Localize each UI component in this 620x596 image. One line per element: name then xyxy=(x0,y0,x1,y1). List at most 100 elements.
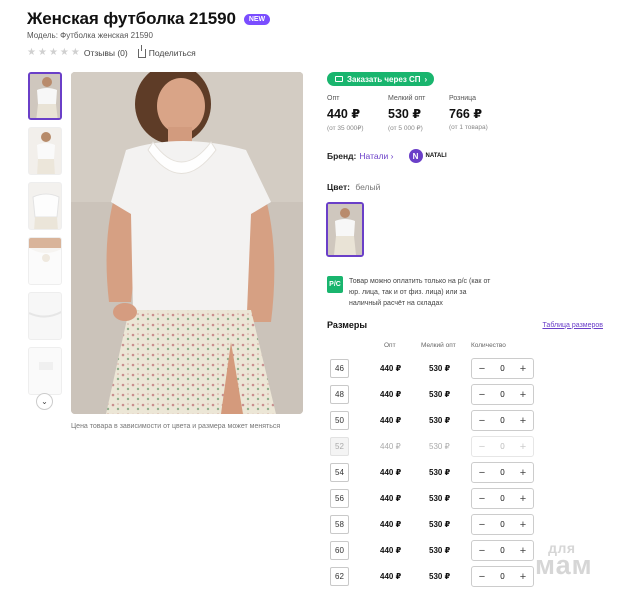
meta-row: ★ ★ ★ ★ ★ Отзывы (0) Поделиться xyxy=(27,44,196,58)
thumbnail-6[interactable] xyxy=(28,347,62,395)
column-quantity: Количество xyxy=(471,342,506,349)
thumbnail-1[interactable] xyxy=(28,72,62,120)
swatch-image xyxy=(328,204,362,255)
star-icon: ★ xyxy=(48,47,58,58)
price-opt: Опт 440 ₽ (от 35 000₽) xyxy=(327,95,388,132)
column-small-opt: Мелкий опт xyxy=(421,342,456,349)
product-model: Модель: Футболка женская 21590 xyxy=(27,31,153,40)
color-row: Цвет: белый xyxy=(327,182,380,192)
price-label: Опт xyxy=(327,95,340,102)
quantity-stepper: − 0 + xyxy=(471,358,534,379)
size-price-opt: 440 ₽ xyxy=(380,520,402,529)
quantity-value: 0 xyxy=(500,442,505,451)
increment-button[interactable]: + xyxy=(518,415,528,427)
main-photo[interactable] xyxy=(71,72,303,414)
size-label: 58 xyxy=(330,515,349,534)
decrement-button[interactable]: − xyxy=(477,467,487,479)
thumbnail-image xyxy=(29,128,61,174)
quantity-value[interactable]: 0 xyxy=(500,468,504,477)
decrement-button: − xyxy=(478,440,486,453)
order-button-label: Заказать через СП xyxy=(347,74,421,84)
quantity-value[interactable]: 0 xyxy=(500,390,504,399)
decrement-button[interactable]: − xyxy=(477,545,487,557)
size-label: 50 xyxy=(330,411,349,430)
chevron-down-icon[interactable]: ⌄ xyxy=(36,393,53,410)
size-row: 58 440 ₽ 530 ₽ − 0 + xyxy=(330,513,600,539)
brand-row: Бренд: Натали › N NATALI xyxy=(327,149,447,163)
color-label: Цвет: xyxy=(327,182,350,192)
color-swatch-white[interactable] xyxy=(326,202,364,257)
watermark-logo: для мам xyxy=(535,541,593,579)
quantity-value[interactable]: 0 xyxy=(500,546,504,555)
quantity-stepper: − 0 + xyxy=(471,436,534,457)
increment-button[interactable]: + xyxy=(518,571,528,583)
quantity-value[interactable]: 0 xyxy=(500,416,504,425)
brand-link[interactable]: Натали xyxy=(359,151,388,161)
payment-text: Товар можно оплатить только на р/с (как … xyxy=(349,278,491,307)
star-icon: ★ xyxy=(37,47,47,58)
size-label: 54 xyxy=(330,463,349,482)
quantity-value[interactable]: 0 xyxy=(500,520,504,529)
thumbnail-2[interactable] xyxy=(28,127,62,175)
share-button[interactable]: Поделиться xyxy=(137,44,196,58)
size-label: 56 xyxy=(330,489,349,508)
size-label: 62 xyxy=(330,567,349,586)
size-price-small-opt: 530 ₽ xyxy=(429,416,451,425)
product-title: Женская футболка 21590 xyxy=(27,9,236,28)
decrement-button[interactable]: − xyxy=(477,415,487,427)
price-value: 530 ₽ xyxy=(388,107,422,121)
quantity-stepper: − 0 + xyxy=(471,488,534,509)
increment-button[interactable]: + xyxy=(518,363,528,375)
increment-button[interactable]: + xyxy=(518,493,528,505)
thumbnail-image xyxy=(29,348,61,394)
quantity-stepper: − 0 + xyxy=(471,384,534,405)
payment-info: P/C Товар можно оплатить только на р/с (… xyxy=(327,276,499,309)
order-via-sp-button[interactable]: Заказать через СП › xyxy=(327,72,435,86)
quantity-value[interactable]: 0 xyxy=(500,364,504,373)
thumbnail-image xyxy=(30,74,60,118)
size-price-small-opt: 530 ₽ xyxy=(429,390,451,399)
decrement-button[interactable]: − xyxy=(477,571,487,583)
brand-label: Бренд: xyxy=(327,151,357,161)
price-label: Мелкий опт xyxy=(388,95,426,102)
share-icon xyxy=(137,44,146,58)
thumbnail-5[interactable] xyxy=(28,292,62,340)
size-price-opt: 440 ₽ xyxy=(380,572,402,581)
price-small-opt: Мелкий опт 530 ₽ (от 5 000 ₽) xyxy=(388,95,449,132)
thumbnail-4[interactable] xyxy=(28,237,62,285)
sizes-title: Размеры xyxy=(327,320,368,330)
quantity-value[interactable]: 0 xyxy=(500,572,504,581)
reviews-link[interactable]: Отзывы (0) xyxy=(84,48,128,58)
size-price-opt: 440 ₽ xyxy=(380,546,402,555)
size-price-opt: 440 ₽ xyxy=(380,364,402,373)
thumbnail-image xyxy=(29,183,61,229)
new-badge: NEW xyxy=(243,13,271,25)
thumbnail-image xyxy=(29,238,61,284)
increment-button[interactable]: + xyxy=(518,389,528,401)
star-icon: ★ xyxy=(59,47,69,58)
decrement-button[interactable]: − xyxy=(477,519,487,531)
sizes-header: Размеры Таблица размеров xyxy=(327,320,603,330)
decrement-button[interactable]: − xyxy=(477,389,487,401)
product-photo xyxy=(71,72,303,414)
price-minimum: (от 1 товара) xyxy=(449,124,488,131)
size-price-small-opt: 530 ₽ xyxy=(429,494,451,503)
increment-button: + xyxy=(519,440,527,453)
decrement-button[interactable]: − xyxy=(477,493,487,505)
size-table-link[interactable]: Таблица размеров xyxy=(542,322,603,329)
thumbnail-3[interactable] xyxy=(28,182,62,230)
size-row: 54 440 ₽ 530 ₽ − 0 + xyxy=(330,461,600,487)
color-value: белый xyxy=(355,182,381,192)
increment-button[interactable]: + xyxy=(518,545,528,557)
decrement-button[interactable]: − xyxy=(477,363,487,375)
column-opt: Опт xyxy=(384,342,396,349)
increment-button[interactable]: + xyxy=(518,519,528,531)
price-note: Цена товара в зависимости от цвета и раз… xyxy=(71,423,281,430)
brand-logo[interactable]: N NATALI xyxy=(408,149,447,163)
size-price-small-opt: 530 ₽ xyxy=(429,442,450,451)
price-value: 440 ₽ xyxy=(327,107,361,121)
size-price-opt: 440 ₽ xyxy=(380,416,402,425)
increment-button[interactable]: + xyxy=(518,467,528,479)
quantity-stepper: − 0 + xyxy=(471,540,534,561)
quantity-value[interactable]: 0 xyxy=(500,494,504,503)
